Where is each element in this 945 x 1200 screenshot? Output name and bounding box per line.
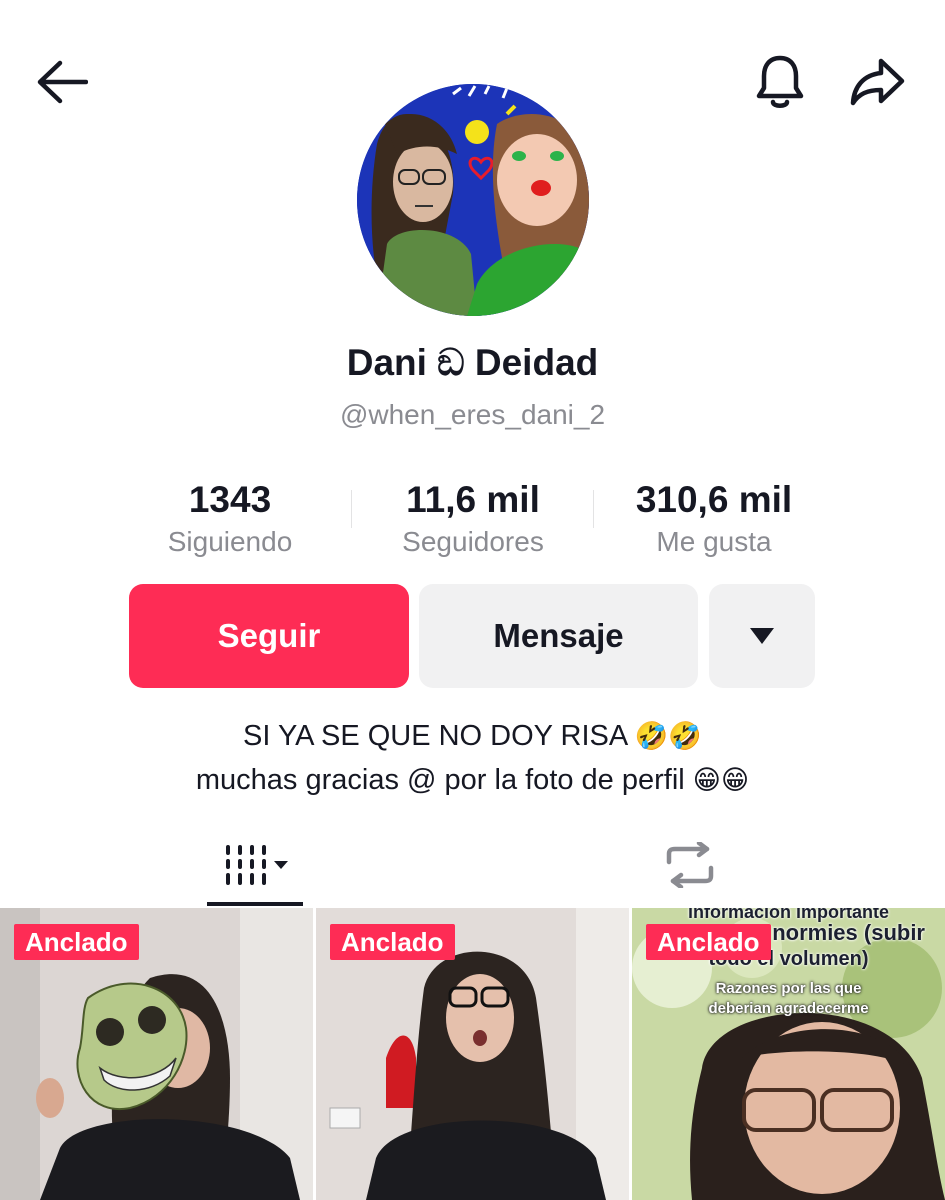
bio-line-1: SI YA SE QUE NO DOY RISA 🤣🤣 xyxy=(0,714,945,759)
following-label: Siguiendo xyxy=(167,526,293,557)
more-options-button[interactable] xyxy=(709,584,815,688)
stat-divider xyxy=(351,490,352,528)
stat-likes: 310,6 mil Me gusta xyxy=(594,478,834,562)
status-bar xyxy=(0,0,945,14)
bio-line-2: muchas gracias @ por la foto de perfil 😁… xyxy=(0,758,945,803)
rofl-emoji: 🤣🤣 xyxy=(634,721,702,752)
display-name: Dani ඞ Deidad xyxy=(346,342,599,383)
stat-following[interactable]: 1343 Siguiendo xyxy=(110,478,350,562)
video-thumbnail[interactable]: información importante normies (subir to… xyxy=(632,908,945,1200)
notification-bell-button[interactable] xyxy=(748,50,812,114)
pinned-badge: Anclado xyxy=(14,924,139,960)
avatar[interactable] xyxy=(357,84,589,316)
tab-reposts[interactable] xyxy=(640,825,740,905)
grid-columns-icon xyxy=(226,845,288,885)
video-thumbnail[interactable]: Anclado xyxy=(316,908,629,1200)
video-thumbnail[interactable]: Anclado xyxy=(0,908,313,1200)
caret-down-icon xyxy=(750,628,774,644)
followers-label: Seguidores xyxy=(402,526,544,557)
stat-followers[interactable]: 11,6 mil Seguidores xyxy=(353,478,593,562)
video-caption-line: deberian agradecerme xyxy=(708,1000,869,1017)
follow-button[interactable]: Seguir xyxy=(129,584,409,688)
bio-text-2: muchas gracias @ por la foto de perfil xyxy=(195,764,685,796)
likes-count: 310,6 mil xyxy=(635,479,793,520)
tab-active-indicator xyxy=(207,902,303,906)
arrow-left-icon xyxy=(37,60,88,104)
followers-count: 11,6 mil xyxy=(406,479,540,520)
message-button[interactable]: Mensaje xyxy=(419,584,698,688)
grin-emoji: 😁😁 xyxy=(692,765,750,796)
status-bar-left xyxy=(30,0,280,6)
drawn-portrait-avatar xyxy=(357,84,589,316)
likes-label: Me gusta xyxy=(656,526,772,557)
pinned-badge: Anclado xyxy=(646,924,771,960)
video-caption-line: Razones por las que xyxy=(715,980,862,997)
tab-videos[interactable] xyxy=(208,825,304,905)
pinned-badge: Anclado xyxy=(330,924,455,960)
share-arrow-icon xyxy=(850,58,905,106)
bio-text-1: SI YA SE QUE NO DOY RISA xyxy=(243,720,627,752)
username: @when_eres_dani_2 xyxy=(339,399,606,430)
following-count: 1343 xyxy=(188,479,272,520)
back-button[interactable] xyxy=(30,52,94,112)
status-bar-right xyxy=(715,0,815,6)
share-button[interactable] xyxy=(845,50,909,114)
bell-icon xyxy=(756,55,804,108)
repost-icon xyxy=(666,842,714,888)
